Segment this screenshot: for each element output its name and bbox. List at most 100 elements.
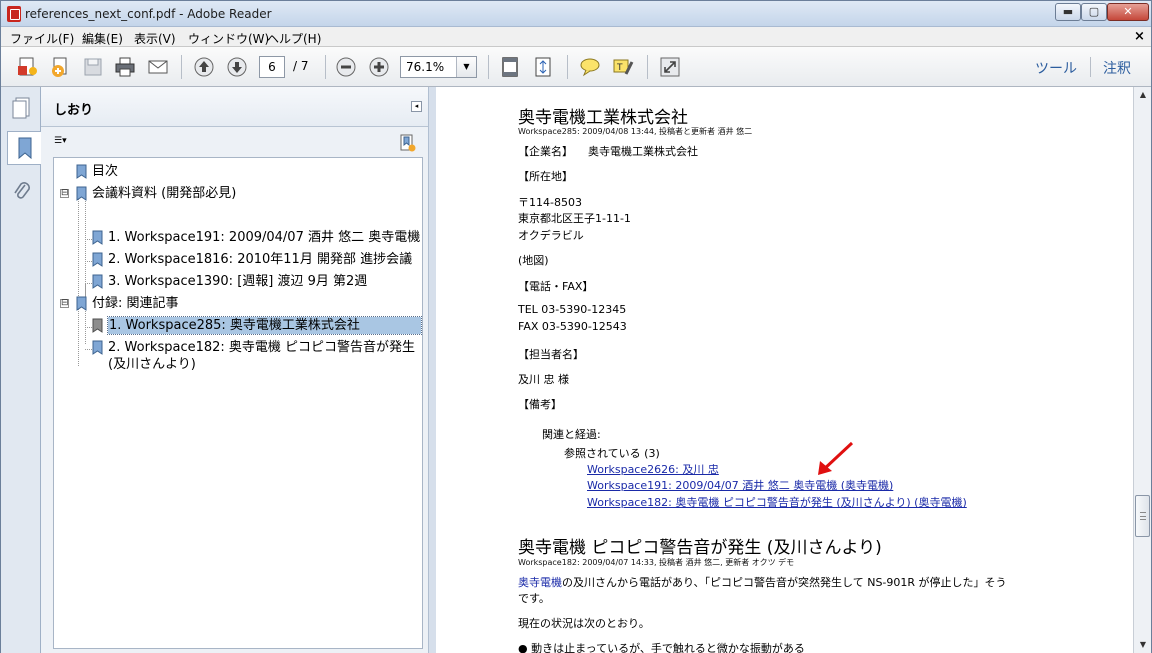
open-file-icon[interactable] [48,55,72,79]
scroll-down-icon[interactable]: ▼ [1135,637,1151,653]
document-meta: Workspace285: 2009/04/08 13:44, 投稿者と更新者 … [518,127,753,136]
toolbar-separator [1090,57,1091,77]
email-icon[interactable] [146,55,170,79]
bookmarks-toolbar: ☰▾ [41,128,428,156]
page-number-input[interactable]: 6 [259,56,285,78]
zoom-in-icon[interactable] [367,55,391,79]
grip-icon [1140,512,1146,520]
person: 及川 忠 様 [518,373,569,386]
chevron-down-icon[interactable]: ▼ [456,57,476,77]
bookmark-item-continuation[interactable]: (及川さんより) [108,356,196,373]
bookmark-icon [76,296,87,311]
bookmark-item[interactable]: 3. Workspace1390: [週報] 渡辺 9月 第2週 [108,273,367,290]
menu-file[interactable]: ファイル(F) [10,30,74,47]
zoom-value: 76.1% [406,60,445,74]
tools-button[interactable]: ツール [1035,58,1077,78]
panel-splitter[interactable] [428,87,436,653]
bookmark-item[interactable]: 2. Workspace1816: 2010年11月 開発部 進捗会議 [108,251,412,268]
title-bar: references_next_conf.pdf - Adobe Reader … [1,1,1151,27]
body-link[interactable]: 奥寺電機 [518,576,562,589]
menu-help[interactable]: ヘルプ(H) [267,30,321,47]
toolbar-separator [181,55,182,79]
scroll-thumb[interactable] [1135,495,1150,537]
map-label: (地図) [518,254,549,267]
bookmark-item[interactable]: 1. Workspace191: 2009/04/07 酒井 悠二 奥寺電機 [108,229,420,246]
comment-icon[interactable] [578,55,602,79]
create-pdf-icon[interactable] [15,55,39,79]
fit-page-icon[interactable] [498,55,522,79]
tree-line [78,196,79,366]
document-heading-2: 奥寺電機 ピコピコ警告音が発生 (及川さんより) [518,538,882,558]
bookmark-icon [92,318,103,333]
tree-line [85,283,86,297]
tel: TEL 03-5390-12345 [518,303,627,316]
fullscreen-icon[interactable] [658,55,682,79]
menu-edit[interactable]: 編集(E) [82,30,123,47]
menu-bar: ファイル(F) 編集(E) 表示(V) ウィンドウ(W) ヘルプ(H) × [1,27,1151,47]
bookmark-icon [92,252,103,267]
window-title: references_next_conf.pdf - Adobe Reader [25,7,272,21]
highlight-icon[interactable]: T [611,55,635,79]
phone-label: 【電話・FAX】 [518,280,594,293]
body-text-continued: です。 [518,592,550,605]
print-icon[interactable] [113,55,137,79]
bookmark-item[interactable]: 付録: 関連記事 [92,295,179,312]
vertical-scrollbar[interactable]: ▲ ▼ [1133,87,1151,653]
previous-page-icon[interactable] [192,55,216,79]
bookmark-item[interactable]: 会議料資料 (開発部必見) [92,185,236,202]
next-page-icon[interactable] [225,55,249,79]
bookmark-item[interactable]: 2. Workspace182: 奥寺電機 ピコピコ警告音が発生 [108,339,415,356]
body-text: の及川さんから電話があり、「ピコピコ警告音が突然発生して NS-901R が停止… [562,576,1007,589]
menu-window[interactable]: ウィンドウ(W) [188,30,269,47]
reference-link[interactable]: Workspace2626: 及川 忠 [587,461,719,477]
document-close-icon[interactable]: × [1134,29,1145,44]
bookmarks-panel-header: しおり ◂ [41,87,428,127]
reference-link[interactable]: Workspace191: 2009/04/07 酒井 悠二 奥寺電機 (奥寺電… [587,477,893,493]
bookmark-icon [92,274,103,289]
bookmarks-panel: しおり ◂ ☰▾ 目次 ⊟ 会議料資料 (開発部必見) 1. Workspace… [41,87,428,653]
bookmark-item[interactable]: 目次 [92,163,118,180]
menu-view[interactable]: 表示(V) [134,30,176,47]
collapse-icon[interactable]: ⊟ [60,299,69,308]
page-thumbnails-icon[interactable] [7,91,37,125]
document-meta-2: Workspace182: 2009/04/07 14:33, 投稿者 酒井 悠… [518,558,795,567]
company-value: 奥寺電機工業株式会社 [588,145,698,158]
person-label: 【担当者名】 [518,348,584,361]
reference-link[interactable]: Workspace182: 奥寺電機 ピコピコ警告音が発生 (及川さんより) (… [587,494,967,510]
body-paragraph: 奥寺電機の及川さんから電話があり、「ピコピコ警告音が突然発生して NS-901R… [518,574,1007,590]
attachments-icon[interactable] [7,175,37,209]
collapse-icon[interactable]: ⊟ [60,189,69,198]
close-window-button[interactable]: ✕ [1107,3,1149,21]
notes-label: 【備考】 [518,398,562,411]
bookmark-icon [76,186,87,201]
referenced-label: 参照されている (3) [564,447,660,460]
address-label: 【所在地】 [518,170,573,183]
page-total: / 7 [293,59,309,73]
fax: FAX 03-5390-12543 [518,320,627,333]
address: 東京都北区王子1-11-1 [518,212,631,225]
navigation-rail [1,87,42,653]
toolbar-separator [647,55,648,79]
minimize-button[interactable]: ▬ [1055,3,1081,21]
bookmark-icon [92,340,103,355]
comment-panel-button[interactable]: 注釈 [1103,58,1131,78]
maximize-button[interactable]: ▢ [1081,3,1107,21]
bookmark-item-selected[interactable]: 1. Workspace285: 奥寺電機工業株式会社 [107,316,422,335]
red-arrow-annotation [818,441,854,475]
options-menu-icon[interactable]: ☰▾ [54,136,80,150]
zoom-out-icon[interactable] [334,55,358,79]
new-bookmark-icon[interactable] [397,133,417,153]
bullet-item: ● 動きは止まっているが、手で触れると微かな振動がある [518,642,805,653]
bookmark-icon [76,164,87,179]
scroll-up-icon[interactable]: ▲ [1135,87,1151,103]
bookmarks-icon[interactable] [7,131,42,165]
building: オクデラビル [518,229,584,242]
fit-width-icon[interactable] [531,55,555,79]
toolbar-separator [488,55,489,79]
save-icon[interactable] [81,55,105,79]
toolbar-separator [567,55,568,79]
company-label: 【企業名】 [518,145,573,158]
zoom-select[interactable]: 76.1% ▼ [400,56,477,78]
collapse-panel-icon[interactable]: ◂ [411,101,422,112]
tree-line [85,308,86,344]
